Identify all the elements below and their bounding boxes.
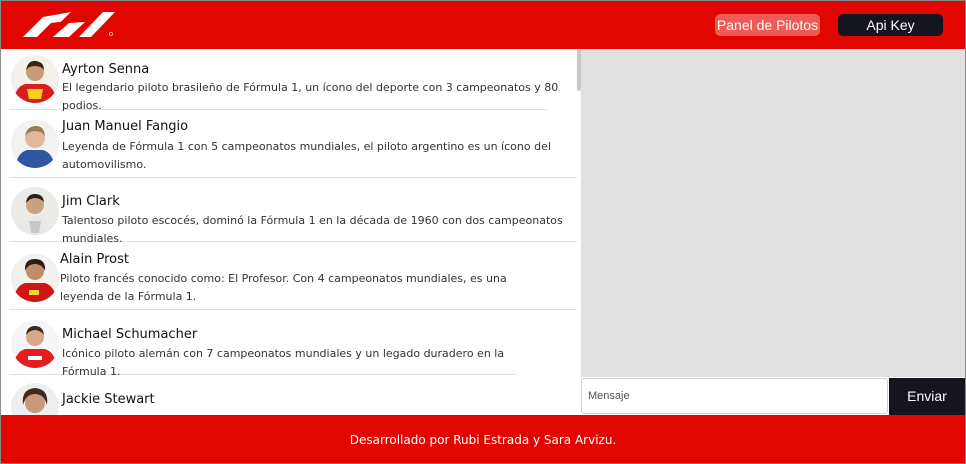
app-window: Panel de Pilotos Api Key Ayrton Senna El…	[0, 0, 966, 464]
driver-list[interactable]: Ayrton Senna El legendario piloto brasil…	[1, 49, 581, 415]
driver-item-prost[interactable]: Alain Prost Piloto francés conocido como…	[9, 242, 577, 310]
driver-item-senna[interactable]: Ayrton Senna El legendario piloto brasil…	[9, 49, 558, 112]
driver-item-schumacher[interactable]: Michael Schumacher Icónico piloto alemán…	[9, 310, 516, 378]
driver-name: Jim Clark	[62, 194, 120, 209]
driver-photo-schumacher	[11, 320, 59, 368]
message-input[interactable]	[581, 378, 888, 414]
driver-name: Alain Prost	[60, 252, 129, 267]
api-key-button[interactable]: Api Key	[838, 14, 943, 36]
panel-pilotos-button[interactable]: Panel de Pilotos	[715, 14, 820, 36]
avatar-clark	[11, 187, 59, 235]
driver-photo-prost	[11, 254, 59, 302]
driver-item-clark[interactable]: Jim Clark Talentoso piloto escocés, domi…	[9, 178, 577, 245]
header-bar: Panel de Pilotos Api Key	[1, 1, 965, 49]
f1-logo[interactable]	[23, 12, 115, 37]
footer-credits: Desarrollado por Rubi Estrada y Sara Arv…	[349, 433, 617, 447]
driver-description: Piloto francés conocido como: El Profeso…	[60, 272, 507, 303]
driver-name: Michael Schumacher	[62, 327, 198, 342]
chat-messages-area	[581, 49, 965, 377]
driver-name: Jackie Stewart	[62, 392, 155, 407]
avatar-stewart	[11, 383, 59, 415]
driver-description: Leyenda de Fórmula 1 con 5 campeonatos m…	[62, 140, 551, 171]
driver-name: Ayrton Senna	[62, 62, 150, 77]
avatar-prost	[11, 254, 59, 302]
driver-name: Juan Manuel Fangio	[62, 119, 189, 134]
avatar-senna	[11, 55, 59, 103]
avatar-schumacher	[11, 320, 59, 368]
driver-item-stewart[interactable]: Jackie Stewart	[9, 375, 577, 415]
driver-photo-senna	[11, 55, 59, 103]
avatar-fangio	[11, 120, 59, 168]
footer-bar: Desarrollado por Rubi Estrada y Sara Arv…	[1, 415, 965, 463]
send-button[interactable]: Enviar	[889, 378, 965, 415]
driver-photo-stewart	[11, 383, 59, 415]
driver-item-fangio[interactable]: Juan Manuel Fangio Leyenda de Fórmula 1 …	[9, 110, 577, 178]
driver-photo-clark	[11, 187, 59, 235]
driver-photo-fangio	[11, 120, 59, 168]
